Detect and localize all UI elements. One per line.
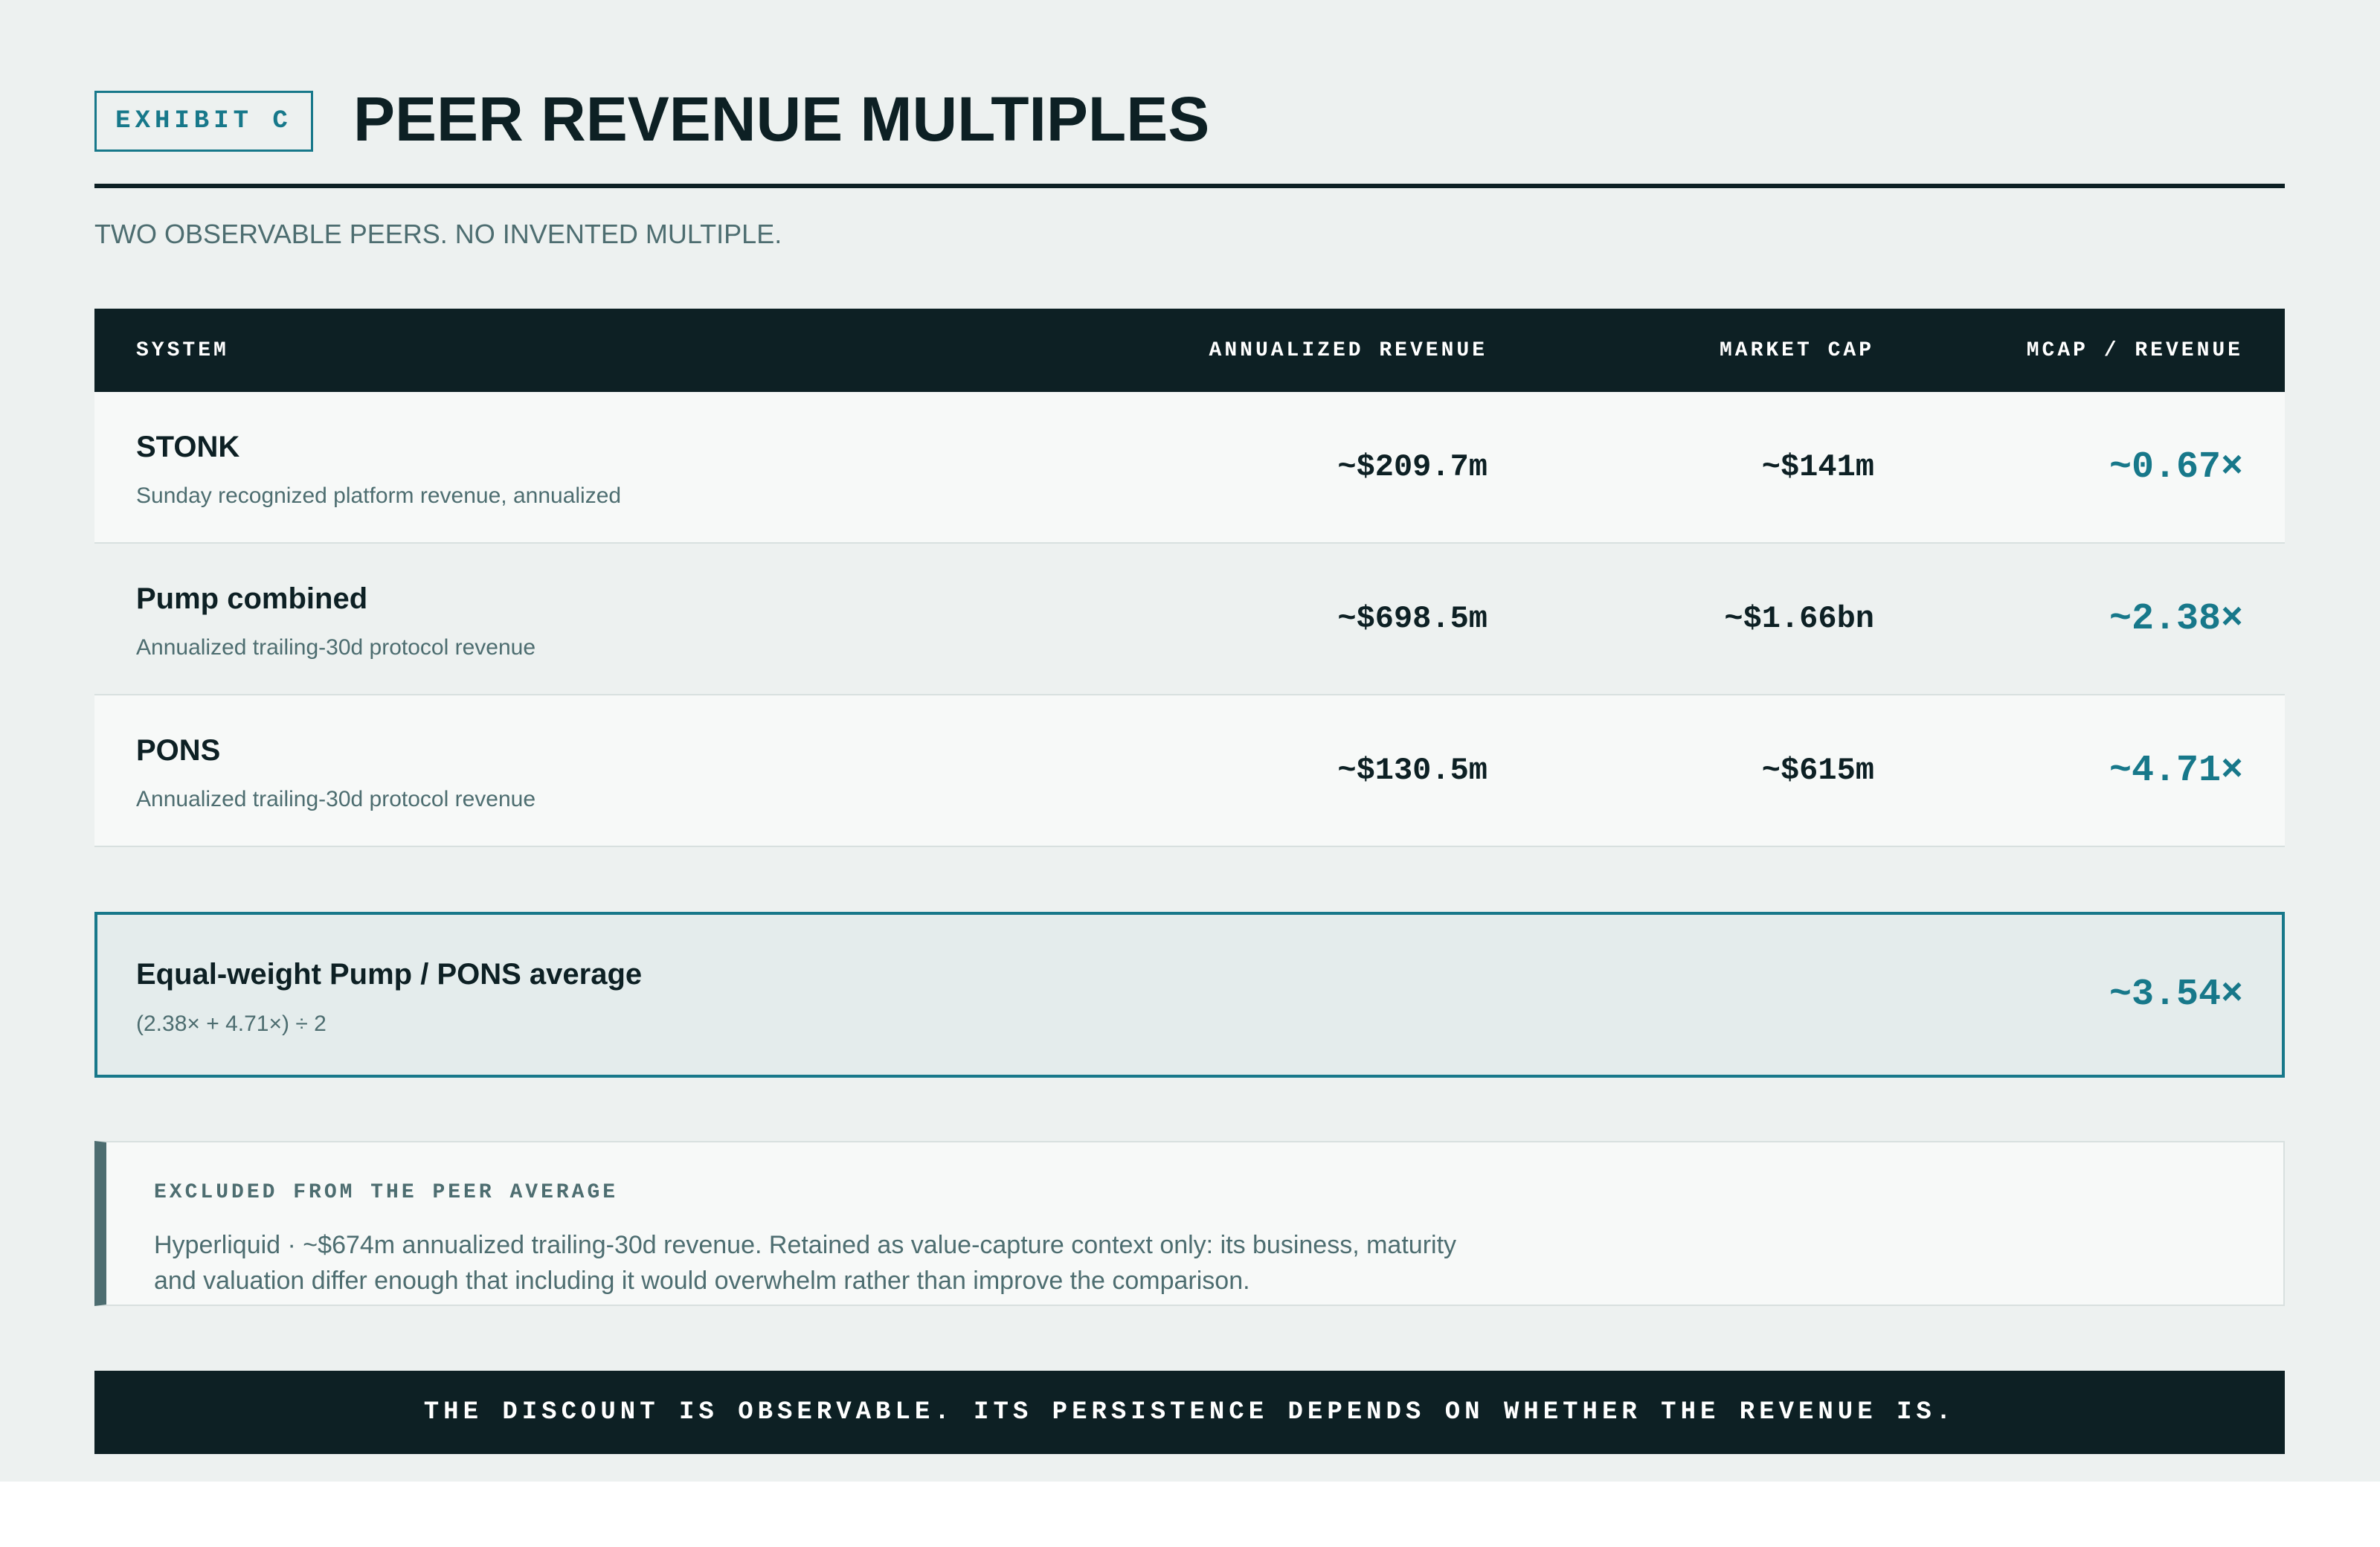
table-row: Pump combined Annualized trailing-30d pr… bbox=[94, 544, 2285, 695]
table-row: STONK Sunday recognized platform revenue… bbox=[94, 392, 2285, 544]
excluded-label: EXCLUDED FROM THE PEER AVERAGE bbox=[154, 1181, 619, 1204]
column-header-system: SYSTEM bbox=[136, 338, 229, 362]
exhibit-badge: EXHIBIT C bbox=[94, 91, 313, 152]
column-header-mcap-revenue: MCAP / REVENUE bbox=[2026, 338, 2243, 362]
row-annualized-revenue: ~$130.5m bbox=[1337, 753, 1488, 788]
average-formula: (2.38× + 4.71×) ÷ 2 bbox=[136, 1012, 327, 1036]
exhibit-page: EXHIBIT C PEER REVENUE MULTIPLES TWO OBS… bbox=[0, 0, 2380, 1482]
page-title: PEER REVENUE MULTIPLES bbox=[353, 83, 1210, 154]
conclusion-banner: THE DISCOUNT IS OBSERVABLE. ITS PERSISTE… bbox=[94, 1371, 2285, 1454]
row-system-name: PONS bbox=[136, 734, 221, 767]
row-system-name: Pump combined bbox=[136, 582, 368, 615]
row-system-description: Annualized trailing-30d protocol revenue bbox=[136, 635, 536, 660]
row-system-description: Sunday recognized platform revenue, annu… bbox=[136, 483, 622, 508]
row-system-name: STONK bbox=[136, 431, 240, 463]
row-system-description: Annualized trailing-30d protocol revenue bbox=[136, 787, 536, 811]
page-subtitle: TWO OBSERVABLE PEERS. NO INVENTED MULTIP… bbox=[94, 219, 782, 249]
column-header-annualized-revenue: ANNUALIZED REVENUE bbox=[1209, 338, 1488, 362]
average-label: Equal-weight Pump / PONS average bbox=[136, 958, 643, 991]
peer-average-box: Equal-weight Pump / PONS average (2.38× … bbox=[94, 912, 2285, 1078]
column-header-market-cap: MARKET CAP bbox=[1719, 338, 1874, 362]
title-divider bbox=[94, 184, 2285, 188]
row-multiple: ~0.67× bbox=[2109, 446, 2243, 489]
row-market-cap: ~$1.66bn bbox=[1724, 601, 1874, 637]
row-multiple: ~2.38× bbox=[2109, 597, 2243, 640]
row-market-cap: ~$141m bbox=[1761, 449, 1874, 485]
row-annualized-revenue: ~$209.7m bbox=[1337, 449, 1488, 485]
row-annualized-revenue: ~$698.5m bbox=[1337, 601, 1488, 637]
row-market-cap: ~$615m bbox=[1761, 753, 1874, 788]
table-header: SYSTEM ANNUALIZED REVENUE MARKET CAP MCA… bbox=[94, 309, 2285, 392]
excluded-note: EXCLUDED FROM THE PEER AVERAGE Hyperliqu… bbox=[94, 1141, 2285, 1306]
table-row: PONS Annualized trailing-30d protocol re… bbox=[94, 695, 2285, 847]
average-multiple: ~3.54× bbox=[2109, 974, 2243, 1016]
excluded-body: Hyperliquid · ~$674m annualized trailing… bbox=[154, 1231, 1457, 1295]
row-multiple: ~4.71× bbox=[2109, 749, 2243, 792]
peer-multiples-table: SYSTEM ANNUALIZED REVENUE MARKET CAP MCA… bbox=[94, 309, 2285, 847]
